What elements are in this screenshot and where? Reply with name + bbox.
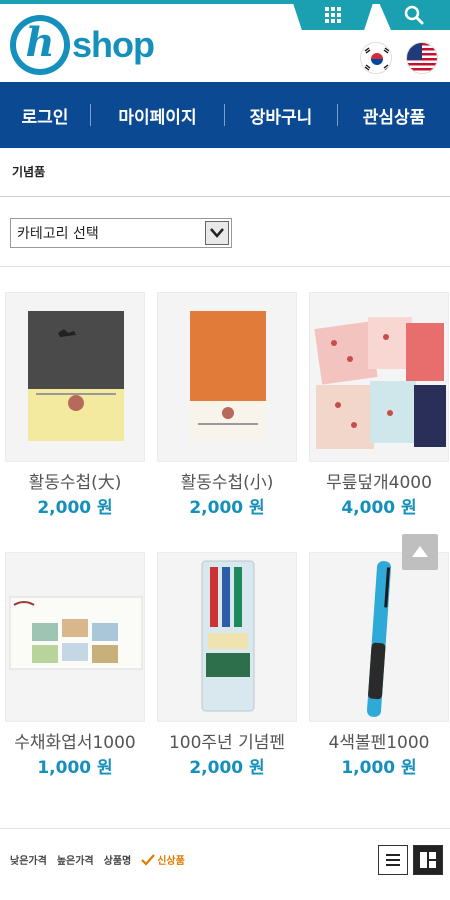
nav-wishlist[interactable]: 관심상품 [338, 82, 450, 148]
product-image[interactable] [5, 552, 145, 722]
sort-new[interactable]: 신상품 [141, 852, 185, 867]
sort-high-price[interactable]: 높은가격 [57, 852, 94, 867]
header: h shop [0, 4, 450, 82]
english-language-button[interactable] [406, 42, 438, 74]
product-name[interactable]: 수채화엽서1000 [5, 730, 145, 756]
list-icon [386, 854, 400, 866]
product-price: 2,000 원 [189, 498, 265, 518]
product-name[interactable]: 활동수첩(小) [157, 470, 297, 496]
product-card[interactable]: 무릎덮개4000 4,000 원 [309, 292, 449, 520]
korean-language-button[interactable] [360, 42, 392, 74]
category-select-value: 카테고리 선택 [17, 226, 99, 242]
product-price: 2,000 원 [189, 758, 265, 778]
breadcrumb[interactable]: 기념품 [12, 163, 45, 180]
divider [0, 828, 450, 829]
product-card[interactable]: 4색볼펜1000 1,000 원 [309, 552, 449, 780]
product-price: 1,000 원 [341, 758, 417, 778]
product-image[interactable] [157, 292, 297, 462]
product-image[interactable] [309, 292, 449, 462]
product-card[interactable]: 활동수첩(小) 2,000 원 [157, 292, 297, 520]
nav-mypage[interactable]: 마이페이지 [91, 82, 224, 148]
sort-new-label: 신상품 [157, 856, 185, 867]
product-price: 2,000 원 [37, 498, 113, 518]
chevron-down-icon [205, 221, 229, 245]
usa-flag-icon [407, 43, 437, 73]
divider [0, 266, 450, 267]
hshop-logo[interactable]: h shop [10, 14, 155, 76]
arrow-up-icon [412, 546, 428, 557]
all-menu-button[interactable] [292, 0, 374, 30]
sort-options: 낮은가격 높은가격 상품명 신상품 [10, 852, 185, 867]
grid-view-button[interactable] [413, 845, 443, 875]
list-view-button[interactable] [378, 845, 408, 875]
nav-login[interactable]: 로그인 [0, 82, 90, 148]
sort-name[interactable]: 상품명 [104, 852, 132, 867]
check-icon [141, 853, 156, 866]
korea-flag-icon [361, 43, 391, 73]
divider [0, 196, 450, 197]
product-card[interactable]: 활동수첩(大) 2,000 원 [5, 292, 145, 520]
product-name[interactable]: 100주년 기념펜 [157, 730, 297, 756]
logo-text: shop [72, 24, 155, 65]
category-select[interactable]: 카테고리 선택 [10, 218, 232, 248]
product-name[interactable]: 무릎덮개4000 [309, 470, 449, 496]
product-image[interactable] [309, 552, 449, 722]
product-price: 4,000 원 [341, 498, 417, 518]
product-image[interactable] [5, 292, 145, 462]
sort-low-price[interactable]: 낮은가격 [10, 852, 47, 867]
nav-cart[interactable]: 장바구니 [225, 82, 337, 148]
logo-emblem: h [10, 15, 70, 75]
product-price: 1,000 원 [37, 758, 113, 778]
product-name[interactable]: 4색볼펜1000 [309, 730, 449, 756]
scroll-top-button[interactable] [402, 534, 438, 570]
product-name[interactable]: 활동수첩(大) [5, 470, 145, 496]
search-icon [404, 5, 424, 25]
product-image[interactable] [157, 552, 297, 722]
main-nav: 로그인 마이페이지 장바구니 관심상품 [0, 82, 450, 148]
product-card[interactable]: 100주년 기념펜 2,000 원 [157, 552, 297, 780]
grid-menu-icon [325, 7, 341, 23]
grid-view-icon [420, 852, 436, 868]
product-card[interactable]: 수채화엽서1000 1,000 원 [5, 552, 145, 780]
logo-letter: h [25, 19, 55, 66]
